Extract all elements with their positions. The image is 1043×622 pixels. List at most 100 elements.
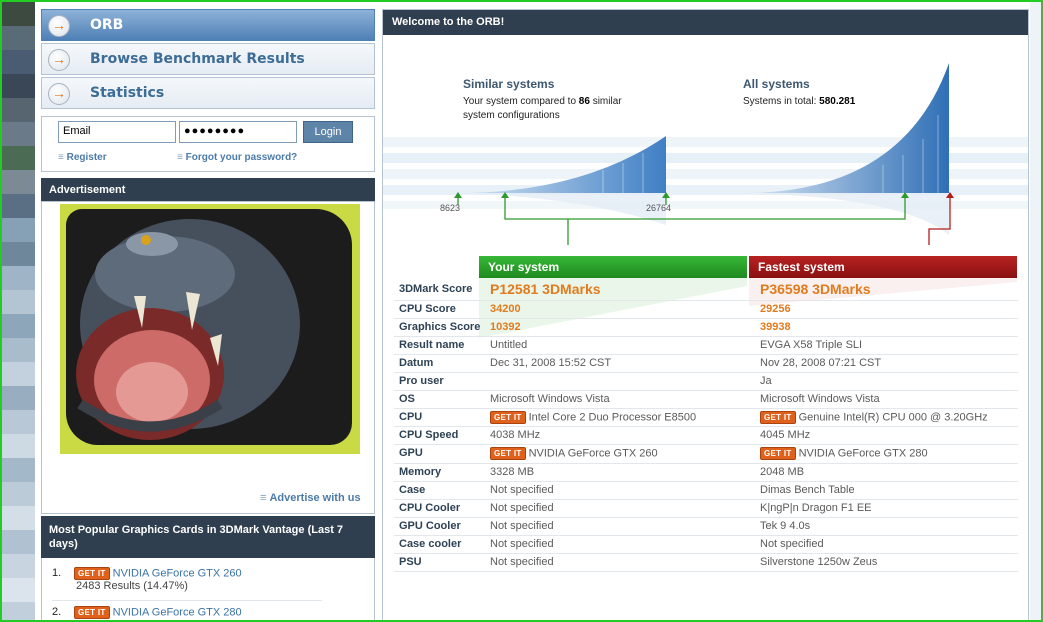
- your-system-value: Not specified: [490, 555, 554, 568]
- your-system-value: 4038 MHz: [490, 429, 541, 442]
- all-systems-text: Systems in total: 580.281: [743, 96, 856, 107]
- row-label: Memory: [394, 463, 485, 482]
- nav-item-browse[interactable]: → Browse Benchmark Results: [41, 43, 375, 75]
- your-system-value: Microsoft Windows Vista: [490, 393, 610, 405]
- row-label: CPU Cooler: [394, 499, 485, 518]
- your-system-value: Not specified: [490, 483, 554, 496]
- result-count: 2483 Results (14.47%): [76, 580, 188, 592]
- your-system-value-cell: P12581 3DMarks: [485, 281, 755, 301]
- login-button[interactable]: Login: [303, 121, 353, 143]
- fastest-system-value: Silverstone 1250w Zeus: [760, 555, 878, 568]
- row-label: Datum: [394, 354, 485, 373]
- fastest-system-value: EVGA X58 Triple SLI: [760, 339, 863, 351]
- fastest-system-value-cell: 39938: [755, 318, 1018, 337]
- register-link[interactable]: Register: [58, 152, 107, 163]
- arrow-right-icon: →: [48, 83, 70, 105]
- fastest-system-value: 4045 MHz: [760, 429, 811, 442]
- password-field[interactable]: ●●●●●●●●: [179, 121, 297, 143]
- your-system-value-cell: 34200: [485, 300, 755, 319]
- advertisement-box: Advertise with us: [41, 201, 375, 514]
- background-strip: [2, 2, 35, 620]
- table-row: PSU Not specified Silverstone 1250w Zeus: [394, 553, 1018, 572]
- get-it-button[interactable]: GET IT: [760, 447, 796, 461]
- get-it-button[interactable]: GET IT: [760, 411, 796, 424]
- forgot-password-link[interactable]: Forgot your password?: [177, 152, 298, 163]
- row-label: CPU Speed: [394, 426, 485, 446]
- fastest-system-value: Microsoft Windows Vista: [760, 393, 880, 405]
- fastest-system-value: 39938: [760, 321, 791, 333]
- your-system-value: 10392: [490, 321, 521, 333]
- popular-cards-heading: Most Popular Graphics Cards in 3DMark Va…: [41, 516, 375, 558]
- row-label: GPU: [394, 444, 485, 464]
- email-field[interactable]: Email: [58, 121, 176, 143]
- fastest-system-value: P36598 3DMarks: [760, 281, 871, 297]
- fastest-system-header: Fastest system: [749, 256, 1017, 278]
- table-row: 3DMark Score P12581 3DMarks P36598 3DMarks: [394, 281, 1018, 301]
- get-it-button[interactable]: GET IT: [74, 567, 110, 580]
- fastest-system-value-cell: Not specified: [755, 535, 1018, 554]
- fastest-system-value: Not specified: [760, 537, 824, 550]
- fastest-system-value-cell: 29256: [755, 300, 1018, 319]
- row-label: CPU: [394, 408, 485, 428]
- fastest-system-value: Tek 9 4.0s: [760, 519, 811, 532]
- your-system-value-cell: Not specified: [485, 517, 755, 536]
- table-row: OS Microsoft Windows Vista Microsoft Windo…: [394, 390, 1018, 409]
- list-item: 1. GET IT NVIDIA GeForce GTX 260 2483 Res…: [52, 567, 242, 592]
- advertisement-image[interactable]: [60, 204, 360, 454]
- fastest-system-value: Ja: [760, 375, 772, 387]
- your-system-value: 3328 MB: [490, 465, 535, 478]
- fastest-system-value-cell: Ja: [755, 372, 1018, 391]
- your-system-value-cell: 4038 MHz: [485, 426, 755, 446]
- row-label: Case: [394, 481, 485, 500]
- card-link[interactable]: NVIDIA GeForce GTX 280: [113, 606, 242, 618]
- fastest-system-value-cell: Nov 28, 2008 07:21 CST: [755, 354, 1018, 373]
- table-row: GPU Cooler Not specified Tek 9 4.0s: [394, 517, 1018, 536]
- row-label: Case cooler: [394, 535, 485, 554]
- background-strip-right: [1030, 2, 1041, 620]
- your-system-value-cell: Not specified: [485, 481, 755, 500]
- nav-label: Statistics: [90, 85, 165, 101]
- table-row: Graphics Score 10392 39938: [394, 318, 1018, 337]
- fastest-system-value-cell: GET IT Genuine Intel(R) CPU 000 @ 3.20GHz: [755, 408, 1018, 428]
- fastest-system-value: Dimas Bench Table: [760, 483, 855, 496]
- page-title: Welcome to the ORB!: [383, 10, 1028, 35]
- row-label: GPU Cooler: [394, 517, 485, 536]
- your-system-value: Dec 31, 2008 15:52 CST: [490, 357, 612, 369]
- nav-item-orb[interactable]: → ORB: [41, 9, 375, 41]
- your-system-value: 34200: [490, 303, 521, 315]
- similar-systems-text: Your system compared to 86 similar syste…: [463, 96, 622, 121]
- similar-systems-title: Similar systems: [463, 77, 555, 91]
- advertisement-heading: Advertisement: [41, 178, 375, 201]
- your-system-value: P12581 3DMarks: [490, 281, 601, 297]
- row-label: 3DMark Score: [394, 281, 485, 301]
- get-it-button[interactable]: GET IT: [490, 411, 526, 424]
- results-table: 3DMark Score P12581 3DMarks P36598 3DMarks…: [394, 281, 1018, 572]
- fastest-system-value-cell: Microsoft Windows Vista: [755, 390, 1018, 409]
- table-row: Pro user Ja: [394, 372, 1018, 391]
- all-systems-title: All systems: [743, 77, 810, 91]
- get-it-button[interactable]: GET IT: [74, 606, 110, 619]
- login-box: Email ●●●●●●●● Login Register Forgot you…: [41, 116, 375, 172]
- divider: [52, 600, 322, 601]
- fastest-system-value-cell: GET IT NVIDIA GeForce GTX 280: [755, 444, 1018, 464]
- get-it-button[interactable]: GET IT: [490, 447, 526, 461]
- comparison-graphic: Similar systems Your system compared to …: [383, 35, 1028, 245]
- nav-item-statistics[interactable]: → Statistics: [41, 77, 375, 109]
- table-row: Case Not specified Dimas Bench Table: [394, 481, 1018, 500]
- advertise-link[interactable]: Advertise with us: [260, 492, 360, 504]
- card-link[interactable]: NVIDIA GeForce GTX 260: [113, 567, 242, 579]
- your-system-value-cell: Dec 31, 2008 15:52 CST: [485, 354, 755, 373]
- nav-label: Browse Benchmark Results: [90, 51, 305, 67]
- your-system-value-cell: GET IT NVIDIA GeForce GTX 260: [485, 444, 755, 464]
- fastest-system-value: 2048 MB: [760, 465, 805, 478]
- your-system-value-cell: Not specified: [485, 499, 755, 518]
- your-system-value-cell: GET IT Intel Core 2 Duo Processor E8500: [485, 408, 755, 428]
- distribution-curves: [383, 63, 1028, 245]
- similar-max-label: 26764: [646, 203, 672, 213]
- fastest-system-value: Genuine Intel(R) CPU 000 @ 3.20GHz: [798, 411, 988, 424]
- table-row: Case cooler Not specified Not specified: [394, 535, 1018, 554]
- fastest-system-value-cell: 2048 MB: [755, 463, 1018, 482]
- your-system-value: Not specified: [490, 519, 554, 532]
- fastest-system-value-cell: Tek 9 4.0s: [755, 517, 1018, 536]
- table-row: CPU Cooler Not specified K|ngP|n Dragon F1…: [394, 499, 1018, 518]
